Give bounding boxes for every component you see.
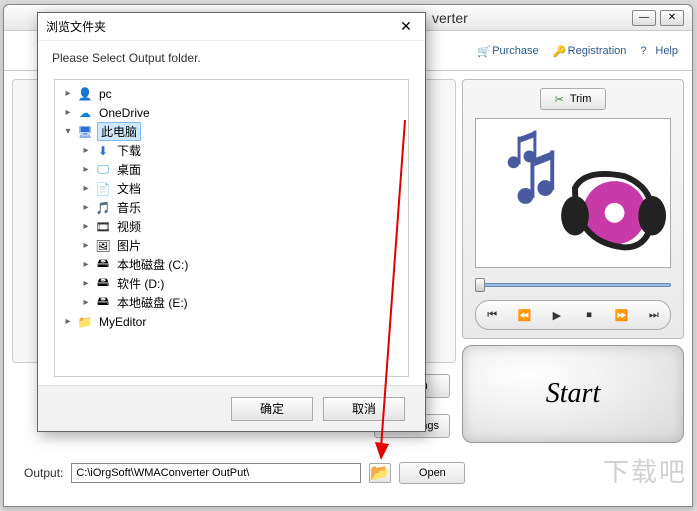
tree-item-drive-d[interactable]: ▸🖴软件 (D:) (55, 274, 408, 293)
player-controls: ⏮ ⏪ ▶ ⏹ ⏩ ⏭ (475, 300, 671, 330)
music-icon: 🎵 (95, 200, 111, 216)
expand-icon[interactable]: ▸ (61, 107, 75, 118)
dialog-title: 浏览文件夹 (46, 18, 395, 35)
dialog-ok-button[interactable]: 确定 (231, 397, 313, 421)
tree-item-thispc[interactable]: ▾🖥此电脑 (55, 122, 408, 141)
tree-item-videos[interactable]: ▸🎞视频 (55, 217, 408, 236)
preview-panel: ✂ Trim (462, 79, 684, 339)
drive-icon: 🖴 (95, 257, 111, 273)
browse-folder-button[interactable]: 📂 (369, 463, 391, 483)
tree-item-desktop[interactable]: ▸🖵桌面 (55, 160, 408, 179)
slider-thumb[interactable] (475, 278, 485, 292)
tree-item-pictures[interactable]: ▸🖼图片 (55, 236, 408, 255)
collapse-icon[interactable]: ▾ (61, 126, 75, 137)
progress-slider[interactable] (475, 278, 671, 292)
video-icon: 🎞 (95, 219, 111, 235)
dialog-cancel-button[interactable]: 取消 (323, 397, 405, 421)
folder-tree[interactable]: ▸👤pc ▸☁OneDrive ▾🖥此电脑 ▸⬇下载 ▸🖵桌面 ▸📄文档 ▸🎵音… (54, 79, 409, 377)
help-icon: ? (640, 45, 652, 57)
rewind-button[interactable]: ⏪ (515, 306, 533, 324)
expand-icon[interactable]: ▸ (79, 259, 93, 270)
open-button[interactable]: Open (399, 462, 465, 484)
output-path-input[interactable] (71, 463, 361, 483)
forward-button[interactable]: ⏩ (612, 306, 630, 324)
trim-button[interactable]: ✂ Trim (540, 88, 607, 110)
output-label: Output: (24, 466, 63, 480)
tree-item-music[interactable]: ▸🎵音乐 (55, 198, 408, 217)
help-link[interactable]: ?Help (640, 45, 678, 57)
dialog-message: Please Select Output folder. (38, 41, 425, 71)
folder-icon: 📁 (77, 314, 93, 330)
purchase-link[interactable]: 🛒Purchase (477, 45, 538, 57)
start-button[interactable]: Start (462, 345, 684, 443)
drive-icon: 🖴 (95, 276, 111, 292)
download-icon: ⬇ (95, 143, 111, 159)
minimize-button[interactable]: — (632, 10, 656, 26)
user-icon: 👤 (77, 86, 93, 102)
registration-link[interactable]: 🔑Registration (553, 45, 627, 57)
tree-item-documents[interactable]: ▸📄文档 (55, 179, 408, 198)
output-row: Output: 📂 Open (4, 455, 692, 491)
dialog-titlebar: 浏览文件夹 ✕ (38, 13, 425, 41)
expand-icon[interactable]: ▸ (79, 202, 93, 213)
pictures-icon: 🖼 (95, 238, 111, 254)
stop-button[interactable]: ⏹ (580, 306, 598, 324)
dialog-close-button[interactable]: ✕ (395, 17, 417, 37)
close-window-button[interactable]: ✕ (660, 10, 684, 26)
next-button[interactable]: ⏭ (645, 306, 663, 324)
document-icon: 📄 (95, 181, 111, 197)
dialog-button-row: 确定 取消 (38, 385, 425, 431)
expand-icon[interactable]: ▸ (61, 88, 75, 99)
key-icon: 🔑 (553, 45, 565, 57)
expand-icon[interactable]: ▸ (79, 297, 93, 308)
folder-icon: 📂 (370, 463, 390, 483)
right-column: ✂ Trim (462, 79, 684, 443)
tree-item-downloads[interactable]: ▸⬇下载 (55, 141, 408, 160)
scissors-icon: ✂ (555, 93, 564, 106)
expand-icon[interactable]: ▸ (79, 145, 93, 156)
computer-icon: 🖥 (77, 124, 93, 140)
prev-button[interactable]: ⏮ (483, 306, 501, 324)
tree-item-drive-c[interactable]: ▸🖴本地磁盘 (C:) (55, 255, 408, 274)
cart-icon: 🛒 (477, 45, 489, 57)
expand-icon[interactable]: ▸ (79, 221, 93, 232)
desktop-icon: 🖵 (95, 162, 111, 178)
browse-folder-dialog: 浏览文件夹 ✕ Please Select Output folder. ▸👤p… (37, 12, 426, 432)
tree-item-myeditor[interactable]: ▸📁MyEditor (55, 312, 408, 331)
expand-icon[interactable]: ▸ (61, 316, 75, 327)
expand-icon[interactable]: ▸ (79, 183, 93, 194)
expand-icon[interactable]: ▸ (79, 240, 93, 251)
drive-icon: 🖴 (95, 295, 111, 311)
tree-item-drive-e[interactable]: ▸🖴本地磁盘 (E:) (55, 293, 408, 312)
preview-image (475, 118, 671, 268)
expand-icon[interactable]: ▸ (79, 164, 93, 175)
tree-item-onedrive[interactable]: ▸☁OneDrive (55, 103, 408, 122)
play-button[interactable]: ▶ (548, 306, 566, 324)
expand-icon[interactable]: ▸ (79, 278, 93, 289)
cloud-icon: ☁ (77, 105, 93, 121)
tree-item-pc[interactable]: ▸👤pc (55, 84, 408, 103)
